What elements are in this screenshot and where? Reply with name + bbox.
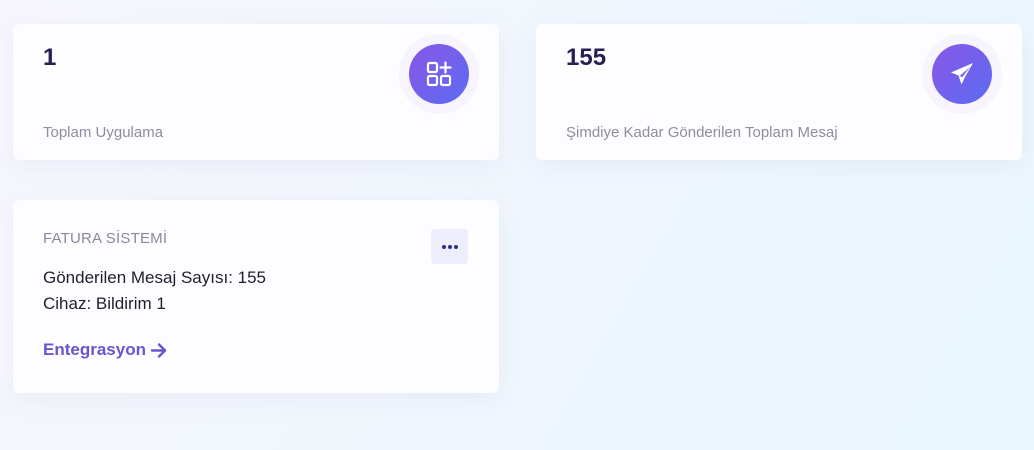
- integration-link-label: Entegrasyon: [43, 340, 146, 359]
- device-info: Cihaz: Bildirim 1: [43, 294, 166, 313]
- sent-message-count: Gönderilen Mesaj Sayısı: 155: [43, 268, 267, 287]
- total-apps-card: 1 Toplam Uygulama: [13, 24, 499, 160]
- paper-plane-icon: [932, 44, 992, 104]
- app-card: FATURA SİSTEMİ Gönderilen Mesaj Sayısı: …: [13, 200, 499, 393]
- total-apps-value: 1: [43, 44, 57, 71]
- total-messages-label: Şimdiye Kadar Gönderilen Toplam Mesaj: [566, 124, 838, 141]
- more-options-button[interactable]: [431, 229, 468, 264]
- total-apps-label: Toplam Uygulama: [43, 124, 164, 141]
- integration-link[interactable]: Entegrasyon: [43, 340, 167, 360]
- total-messages-card: 155 Şimdiye Kadar Gönderilen Toplam Mesa…: [536, 24, 1022, 160]
- app-name: FATURA SİSTEMİ: [43, 230, 168, 247]
- total-messages-value: 155: [566, 44, 607, 71]
- grid-plus-icon: [409, 44, 469, 104]
- arrow-right-icon: [150, 342, 167, 358]
- more-horizontal-icon: [441, 244, 458, 249]
